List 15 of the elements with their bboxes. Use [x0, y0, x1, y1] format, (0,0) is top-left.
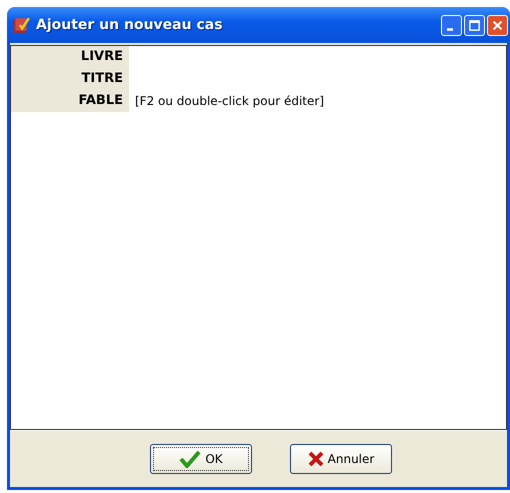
cancel-button[interactable]: Annuler: [290, 444, 392, 474]
cross-icon: [308, 451, 324, 467]
minimize-icon: [446, 28, 452, 30]
checkmark-icon: [179, 450, 202, 468]
window-title: Ajouter un nouveau cas: [36, 17, 224, 33]
maximize-icon: [467, 18, 482, 32]
minimize-button[interactable]: [441, 14, 462, 36]
field-hint[interactable]: [F2 ou double-click pour éditer]: [135, 94, 324, 108]
maximize-button[interactable]: [464, 14, 485, 36]
ok-button[interactable]: OK: [150, 444, 252, 474]
book-check-icon: [12, 16, 30, 34]
field-label: LIVRE: [11, 46, 129, 68]
close-button[interactable]: [487, 14, 508, 36]
field-label: FABLE: [11, 90, 129, 112]
field-label: TITRE: [11, 68, 129, 90]
